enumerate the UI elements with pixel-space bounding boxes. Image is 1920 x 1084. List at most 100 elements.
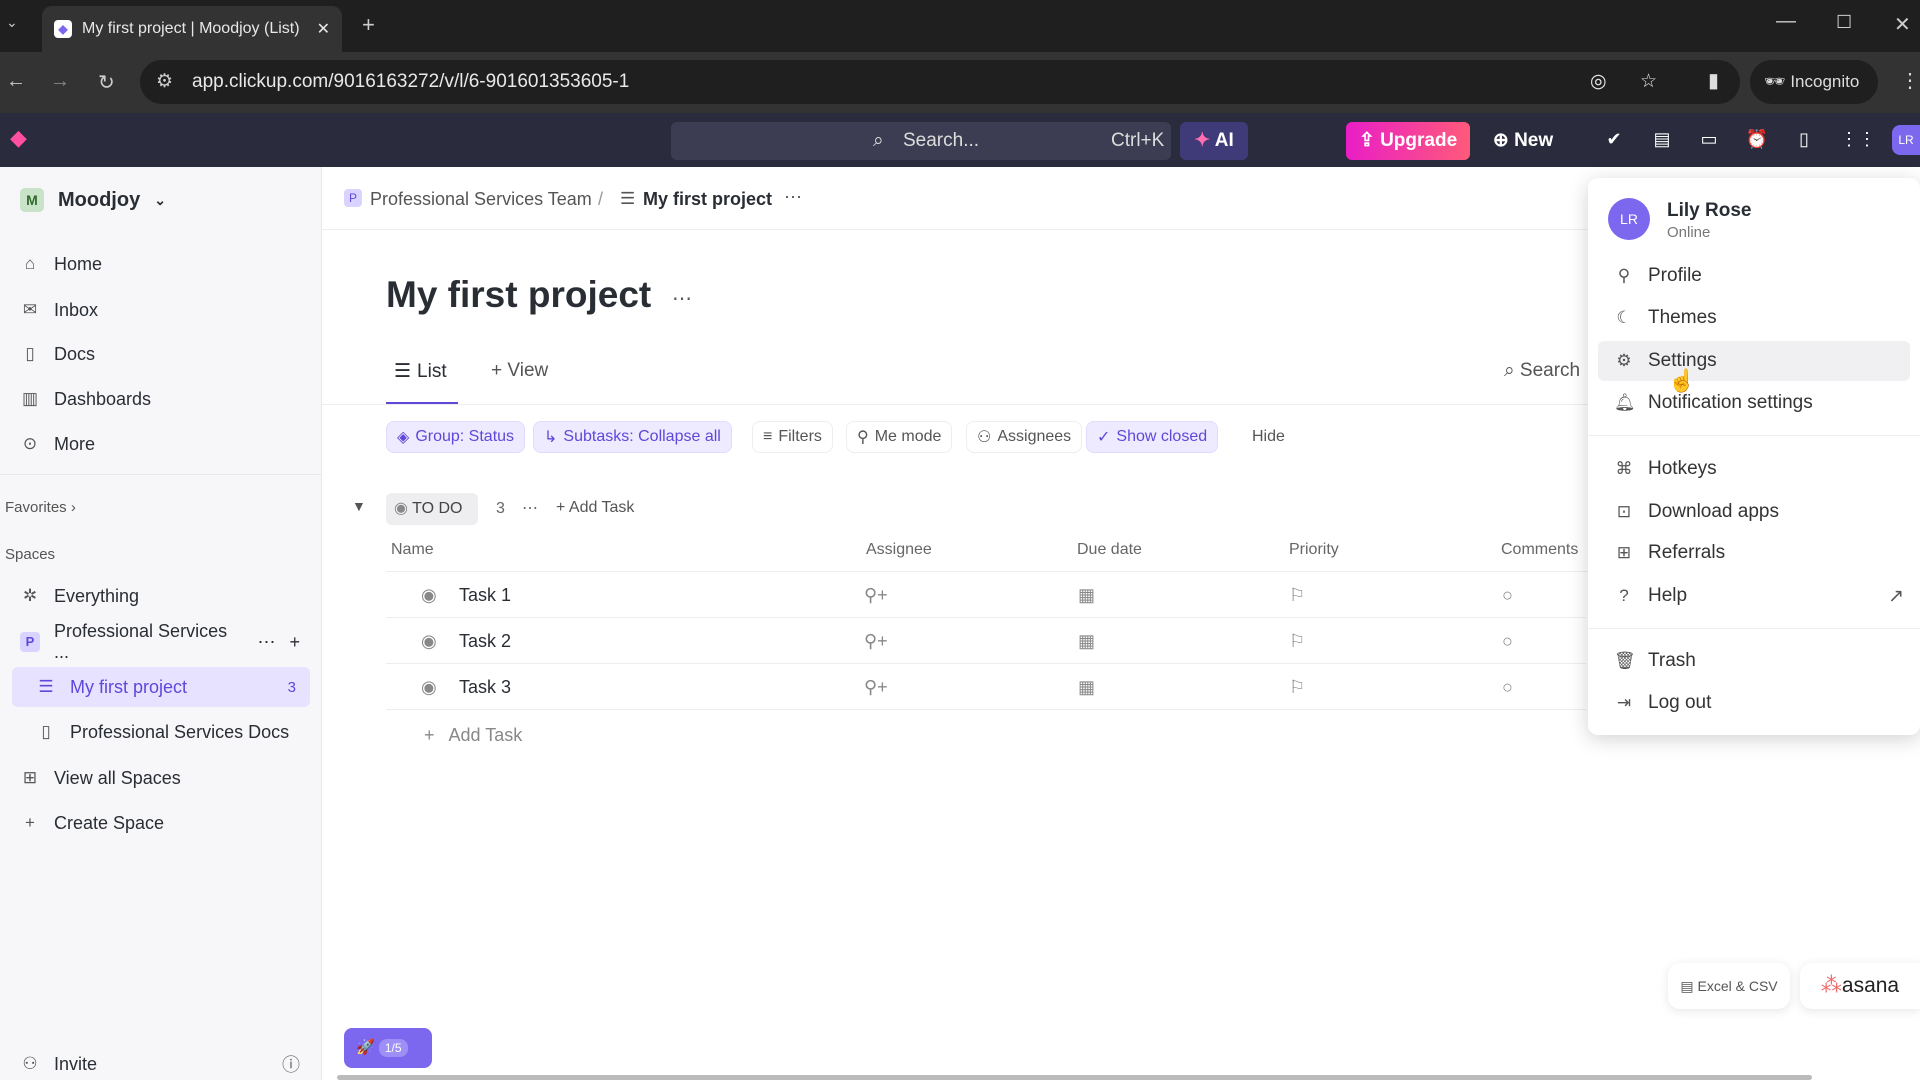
page-title[interactable]: My first project: [386, 274, 651, 316]
tab-list-icon[interactable]: ⌄: [6, 14, 18, 31]
notepad-icon[interactable]: ▤: [1650, 129, 1674, 150]
group-status-chip[interactable]: ◈ Group: Status: [386, 421, 526, 453]
column-header-comments[interactable]: Comments: [1501, 541, 1578, 559]
sidebar-item-dashboards[interactable]: ▥ Dashboards: [12, 379, 310, 419]
filters-chip[interactable]: ≡ Filters: [752, 421, 833, 453]
invite-button[interactable]: ⚇ Invite ⓘ: [12, 1044, 310, 1084]
sidebar-item-inbox[interactable]: ✉ Inbox: [12, 290, 310, 330]
add-assignee-icon[interactable]: ⚲+: [864, 585, 888, 606]
task-name[interactable]: Task 1: [459, 585, 511, 606]
sidebar-item-home[interactable]: ⌂ Home: [12, 244, 310, 284]
show-closed-chip[interactable]: ✓ Show closed: [1086, 421, 1219, 453]
sidebar-item-view-all-spaces[interactable]: ⊞ View all Spaces: [12, 758, 310, 798]
workspace-switcher[interactable]: M Moodjoy ⌄: [12, 180, 310, 220]
table-row[interactable]: ◉ Task 2 ⚲+ ▦ ⚐ ○: [386, 618, 1586, 664]
comment-icon[interactable]: ○: [1502, 677, 1513, 698]
plus-icon[interactable]: +: [289, 632, 300, 653]
status-circle-icon[interactable]: ◉: [421, 585, 437, 606]
menu-item-referrals[interactable]: ⊞ Referrals: [1598, 533, 1910, 573]
breadcrumb-list[interactable]: My first project: [643, 189, 772, 210]
table-row[interactable]: ◉ Task 1 ⚲+ ▦ ⚐ ○: [386, 572, 1586, 618]
comment-icon[interactable]: ○: [1502, 585, 1513, 606]
column-header-due-date[interactable]: Due date: [1077, 541, 1142, 559]
sidebar-item-more[interactable]: ⊙ More: [12, 424, 310, 464]
sidepanel-icon[interactable]: ▮: [1708, 68, 1719, 93]
column-header-name[interactable]: Name: [391, 541, 434, 559]
tab-add-view[interactable]: + View: [491, 360, 548, 382]
check-circle-icon[interactable]: ✔: [1602, 129, 1626, 150]
flag-icon[interactable]: ⚐: [1289, 631, 1305, 652]
alarm-clock-icon[interactable]: ⏰: [1745, 129, 1769, 150]
menu-item-trash[interactable]: 🗑︎ Trash: [1598, 641, 1910, 681]
upgrade-button[interactable]: ⇪ Upgrade: [1346, 122, 1470, 160]
menu-item-notification-settings[interactable]: 🔔︎ Notification settings: [1598, 383, 1910, 423]
onboarding-button[interactable]: 🚀 1/5: [344, 1028, 432, 1068]
column-header-assignee[interactable]: Assignee: [866, 541, 932, 559]
subtasks-chip[interactable]: ↳ Subtasks: Collapse all: [533, 421, 732, 453]
table-row[interactable]: ◉ Task 3 ⚲+ ▦ ⚐ ○: [386, 664, 1586, 710]
browser-menu-icon[interactable]: ⋮: [1900, 68, 1920, 93]
back-icon[interactable]: ←: [6, 70, 26, 93]
ai-button[interactable]: ✦ AI: [1180, 122, 1248, 160]
eye-off-icon[interactable]: ◎: [1590, 60, 1607, 104]
sidebar-item-create-space[interactable]: + Create Space: [12, 803, 310, 843]
me-mode-chip[interactable]: ⚲ Me mode: [846, 421, 953, 453]
forward-icon[interactable]: →: [50, 70, 70, 93]
apps-grid-icon[interactable]: ⋮⋮: [1840, 129, 1876, 150]
ellipsis-icon[interactable]: ⋯: [257, 632, 275, 653]
flag-icon[interactable]: ⚐: [1289, 585, 1305, 606]
new-tab-icon[interactable]: +: [362, 12, 375, 38]
comment-icon[interactable]: ○: [1502, 631, 1513, 652]
new-button[interactable]: ⊕ New: [1484, 122, 1562, 160]
ellipsis-icon[interactable]: ⋯: [784, 187, 802, 208]
group-add-task-button[interactable]: + Add Task: [556, 499, 634, 517]
incognito-badge[interactable]: 🕶 Incognito: [1750, 60, 1878, 104]
sidebar-item-my-first-project[interactable]: ☰ My first project 3: [12, 667, 310, 707]
collapse-group-icon[interactable]: ▼: [352, 498, 366, 514]
browser-tab[interactable]: ◆ My first project | Moodjoy (List) ✕: [42, 6, 342, 52]
global-search[interactable]: ⌕ Search... Ctrl+K: [671, 122, 1171, 160]
menu-item-settings[interactable]: ⚙ Settings: [1598, 341, 1910, 381]
flag-icon[interactable]: ⚐: [1289, 677, 1305, 698]
maximize-icon[interactable]: ☐: [1836, 12, 1852, 33]
add-assignee-icon[interactable]: ⚲+: [864, 677, 888, 698]
clickup-logo[interactable]: ◆: [10, 125, 27, 151]
calendar-icon[interactable]: ▦: [1078, 631, 1095, 652]
tab-list[interactable]: ☰ List: [386, 360, 458, 404]
sidebar-space-professional-services[interactable]: P Professional Services ... ⋯ +: [12, 621, 310, 662]
add-assignee-icon[interactable]: ⚲+: [864, 631, 888, 652]
user-avatar-button[interactable]: LR: [1892, 125, 1920, 155]
menu-item-log-out[interactable]: ⇥ Log out: [1598, 683, 1910, 723]
status-circle-icon[interactable]: ◉: [421, 631, 437, 652]
help-icon[interactable]: ⓘ: [282, 1051, 300, 1077]
breadcrumb-space[interactable]: Professional Services Team: [370, 189, 592, 210]
assignees-chip[interactable]: ⚇ Assignees: [966, 421, 1083, 453]
close-tab-icon[interactable]: ✕: [317, 19, 330, 39]
favorites-header[interactable]: Favorites ›: [5, 499, 76, 516]
site-info-icon[interactable]: ⚙: [156, 60, 173, 104]
hide-chip[interactable]: Hide: [1242, 421, 1295, 453]
calendar-icon[interactable]: ▦: [1078, 677, 1095, 698]
list-search[interactable]: ⌕ Search: [1504, 360, 1580, 382]
status-badge[interactable]: ◉ TO DO: [386, 493, 478, 525]
menu-item-hotkeys[interactable]: ⌘ Hotkeys: [1598, 449, 1910, 489]
reload-icon[interactable]: ↻: [98, 70, 115, 95]
sidebar-item-everything[interactable]: ✲ Everything: [12, 576, 310, 616]
menu-item-download-apps[interactable]: ⊡ Download apps: [1598, 492, 1910, 532]
document-icon[interactable]: ▯: [1792, 129, 1816, 150]
close-window-icon[interactable]: ✕: [1894, 12, 1911, 37]
bookmark-star-icon[interactable]: ☆: [1640, 60, 1657, 104]
task-name[interactable]: Task 3: [459, 677, 511, 698]
menu-item-help[interactable]: ? Help ↗: [1598, 576, 1910, 616]
calendar-icon[interactable]: ▦: [1078, 585, 1095, 606]
minimize-icon[interactable]: —: [1776, 10, 1796, 33]
video-icon[interactable]: ▭: [1697, 129, 1721, 150]
column-header-priority[interactable]: Priority: [1289, 541, 1339, 559]
menu-item-themes[interactable]: ☾ Themes: [1598, 298, 1910, 338]
import-excel-button[interactable]: ▤ Excel & CSV: [1668, 963, 1790, 1009]
sidebar-item-professional-services-docs[interactable]: ▯ Professional Services Docs: [12, 712, 310, 752]
add-task-row[interactable]: + Add Task: [424, 725, 522, 746]
title-ellipsis-icon[interactable]: ⋯: [672, 286, 692, 311]
import-asana-button[interactable]: ⁂asana: [1800, 963, 1920, 1009]
group-ellipsis-icon[interactable]: ⋯: [522, 498, 538, 518]
